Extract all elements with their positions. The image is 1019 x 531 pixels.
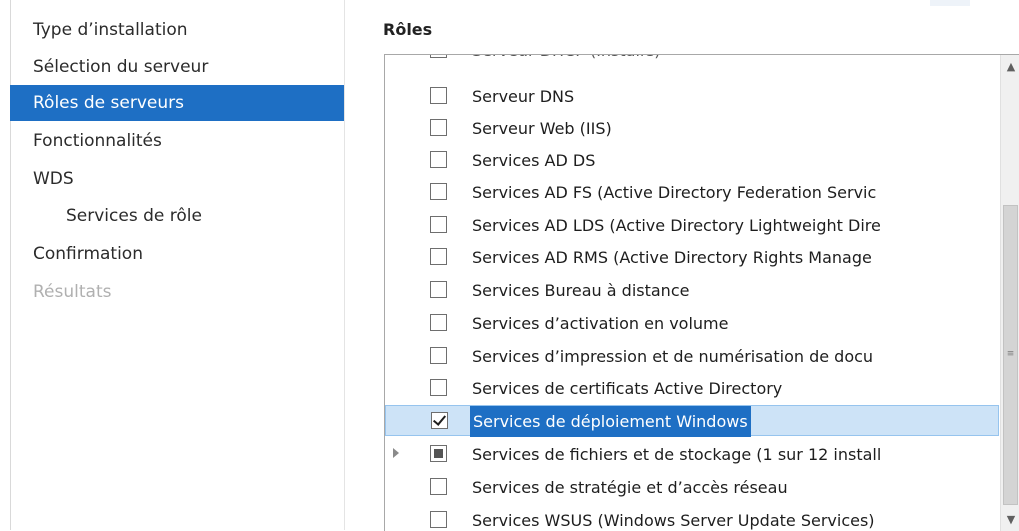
role-label: Services AD LDS (Active Directory Lightw… xyxy=(472,216,881,235)
role-row[interactable]: Services d’activation en volume xyxy=(385,308,999,339)
role-row[interactable]: Services AD FS (Active Directory Federat… xyxy=(385,177,999,208)
nav-item-selection-serveur[interactable]: Sélection du serveur xyxy=(10,49,345,85)
nav-item-type-installation[interactable]: Type d’installation xyxy=(10,12,345,48)
role-label: Services AD DS xyxy=(472,151,596,170)
grip-icon: ≡ xyxy=(1006,349,1015,359)
role-row[interactable]: Services AD DS xyxy=(385,145,999,176)
scroll-down-arrow-icon[interactable]: ▼ xyxy=(1001,509,1019,531)
role-checkbox[interactable] xyxy=(430,478,447,495)
role-label: Serveur DHCP (Installé) xyxy=(472,55,660,66)
roles-list[interactable]: Serveur DHCP (Installé) Serveur DNS Serv… xyxy=(384,54,1019,531)
role-label: Services de stratégie et d’accès réseau xyxy=(472,478,788,497)
role-checkbox[interactable] xyxy=(430,347,447,364)
role-label: Services AD RMS (Active Directory Rights… xyxy=(472,248,872,267)
role-checkbox[interactable] xyxy=(430,183,447,200)
scroll-up-arrow-icon[interactable]: ▲ xyxy=(1001,55,1019,79)
nav-item-roles-serveurs[interactable]: Rôles de serveurs xyxy=(10,85,345,121)
role-checkbox[interactable] xyxy=(430,379,447,396)
role-checkbox[interactable] xyxy=(430,119,447,136)
role-label: Services de déploiement Windows xyxy=(470,406,751,437)
role-row[interactable]: Services Bureau à distance xyxy=(385,275,999,306)
role-label: Serveur Web (IIS) xyxy=(472,119,612,138)
role-checkbox-checked[interactable] xyxy=(431,412,448,429)
scroll-thumb[interactable]: ≡ xyxy=(1003,205,1018,505)
window-edge-highlight xyxy=(930,0,970,6)
role-checkbox[interactable] xyxy=(430,314,447,331)
role-label: Services de certificats Active Directory xyxy=(472,379,783,398)
role-row[interactable]: Serveur Web (IIS) xyxy=(385,113,999,144)
role-checkbox[interactable] xyxy=(430,511,447,528)
role-checkbox[interactable] xyxy=(430,87,447,104)
role-checkbox[interactable] xyxy=(430,55,447,58)
role-checkbox-partial[interactable] xyxy=(430,445,447,462)
role-row[interactable]: Services de stratégie et d’accès réseau xyxy=(385,472,999,503)
role-label: Services AD FS (Active Directory Federat… xyxy=(472,183,877,202)
role-label: Services d’activation en volume xyxy=(472,314,729,333)
roles-title: Rôles xyxy=(383,20,433,39)
vertical-scrollbar[interactable]: ▲ ≡ ▼ xyxy=(1000,55,1019,531)
role-row[interactable]: Services WSUS (Windows Server Update Ser… xyxy=(385,505,999,531)
role-label: Services Bureau à distance xyxy=(472,281,690,300)
nav-item-confirmation[interactable]: Confirmation xyxy=(10,236,345,272)
nav-item-resultats: Résultats xyxy=(33,282,112,302)
role-checkbox[interactable] xyxy=(430,151,447,168)
role-row[interactable]: Services d’impression et de numérisation… xyxy=(385,341,999,372)
role-row[interactable]: Services AD RMS (Active Directory Rights… xyxy=(385,242,999,273)
role-label: Serveur DNS xyxy=(472,87,575,106)
role-row-expandable[interactable]: Services de fichiers et de stockage (1 s… xyxy=(385,439,999,470)
expand-arrow-icon[interactable] xyxy=(393,448,399,458)
role-row[interactable]: Services AD LDS (Active Directory Lightw… xyxy=(385,210,999,241)
wizard-navigation: Type d’installation Sélection du serveur… xyxy=(0,0,345,530)
role-label: Services WSUS (Windows Server Update Ser… xyxy=(472,511,875,530)
role-label: Services d’impression et de numérisation… xyxy=(472,347,874,366)
role-row-selected[interactable]: Services de déploiement Windows xyxy=(385,405,999,437)
role-row[interactable]: Serveur DNS xyxy=(385,81,999,112)
role-row-partial-top[interactable]: Serveur DHCP (Installé) xyxy=(385,55,999,66)
role-checkbox[interactable] xyxy=(430,216,447,233)
nav-item-fonctionnalites[interactable]: Fonctionnalités xyxy=(10,123,345,159)
role-checkbox[interactable] xyxy=(430,248,447,265)
role-checkbox[interactable] xyxy=(430,281,447,298)
role-label: Services de fichiers et de stockage (1 s… xyxy=(472,445,882,464)
role-row[interactable]: Services de certificats Active Directory xyxy=(385,373,999,404)
nav-item-wds[interactable]: WDS xyxy=(10,161,345,197)
nav-item-services-de-role[interactable]: Services de rôle xyxy=(10,198,345,234)
pane-divider xyxy=(344,0,345,530)
